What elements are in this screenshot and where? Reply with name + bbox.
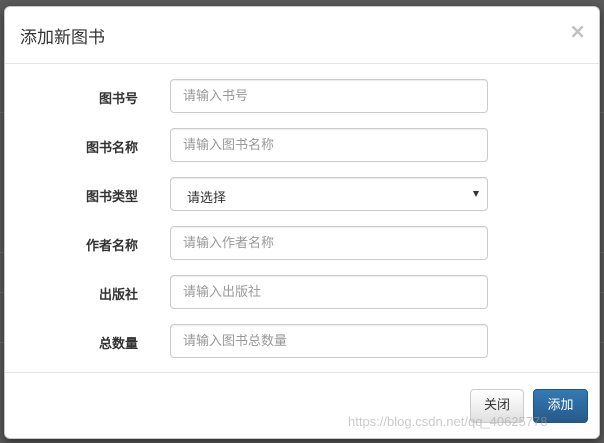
form-row-book-no: 图书号 [5, 79, 599, 113]
page-background: { "modal": { "title": "添加新图书", "close_sy… [0, 0, 604, 443]
modal-header: 添加新图书 × [5, 7, 599, 64]
close-icon[interactable]: × [569, 21, 586, 41]
form-row-quantity: 总数量 [5, 324, 599, 358]
book-no-input[interactable] [170, 79, 488, 113]
book-name-input[interactable] [170, 128, 488, 162]
book-type-selected-value: 请选择 [187, 191, 227, 206]
close-button[interactable]: 关闭 [470, 389, 524, 423]
publisher-input[interactable] [170, 275, 488, 309]
quantity-input[interactable] [170, 324, 488, 358]
add-button[interactable]: 添加 [533, 389, 588, 423]
form-row-publisher: 出版社 [5, 275, 599, 309]
book-no-label: 图书号 [98, 92, 138, 107]
form-row-book-type: 图书类型 请选择 [5, 177, 599, 211]
book-type-select[interactable]: 请选择 [170, 177, 488, 211]
modal-footer: 关闭 添加 [5, 372, 599, 440]
add-book-modal: 添加新图书 × 图书号 图书名称 图书类型 请选择 作者名称 出版社 总数量 关… [4, 6, 600, 439]
publisher-label: 出版社 [98, 288, 138, 303]
caret-down-icon [473, 191, 479, 197]
book-type-label: 图书类型 [85, 190, 138, 205]
form-row-author: 作者名称 [5, 226, 599, 260]
author-input[interactable] [170, 226, 488, 260]
author-label: 作者名称 [85, 239, 138, 254]
book-name-label: 图书名称 [85, 141, 138, 156]
quantity-label: 总数量 [98, 337, 138, 352]
form-row-book-name: 图书名称 [5, 128, 599, 162]
modal-title: 添加新图书 [20, 28, 105, 48]
